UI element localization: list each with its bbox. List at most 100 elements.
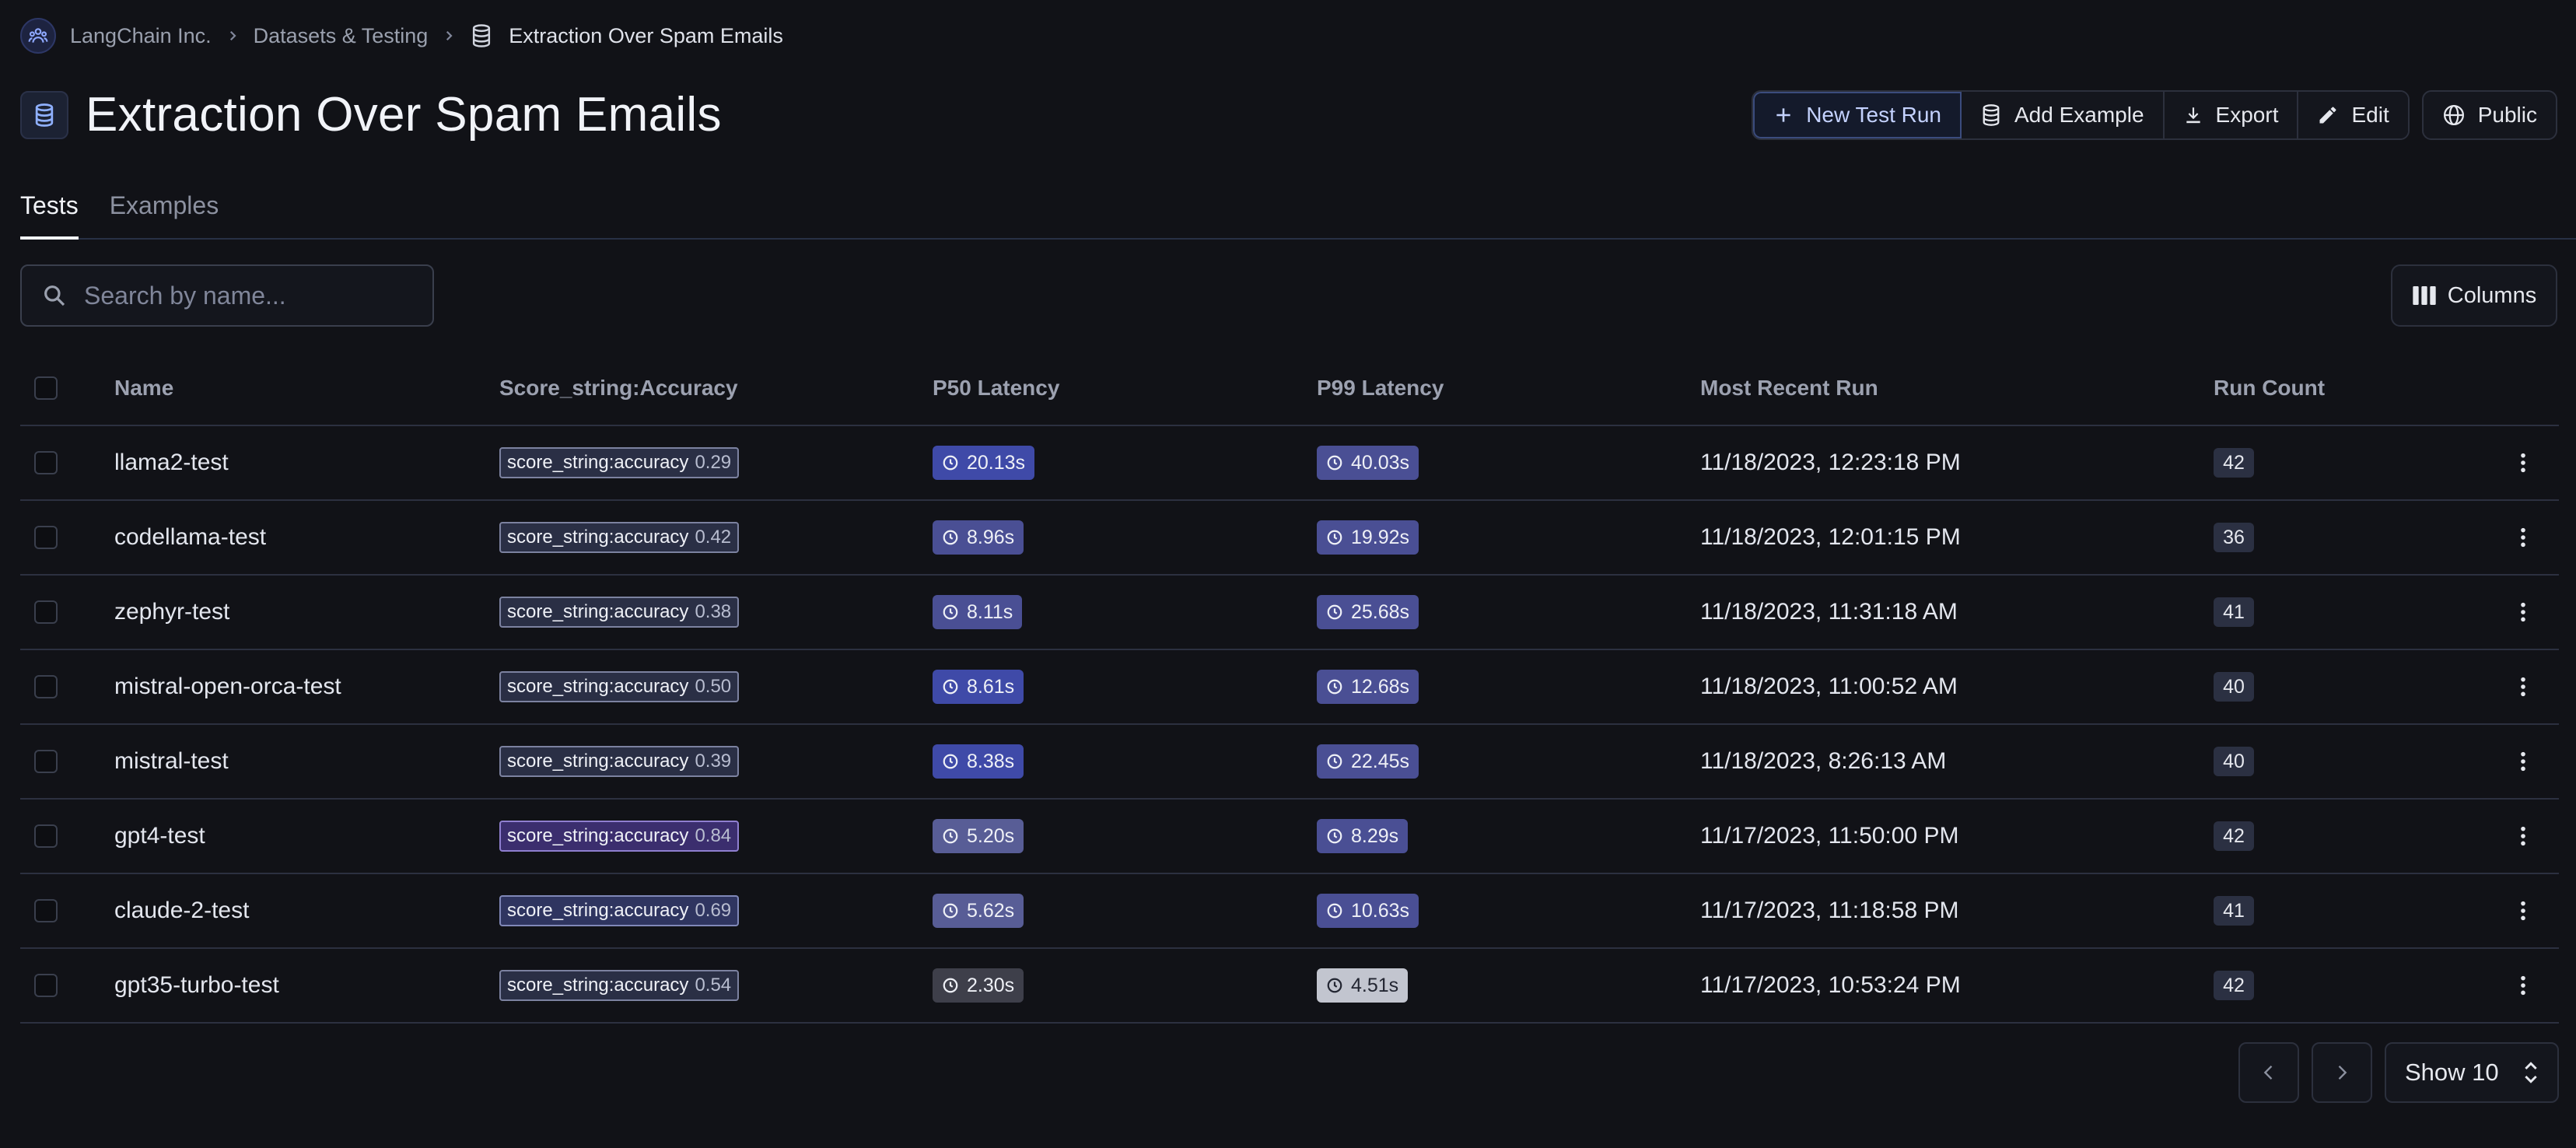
edit-button[interactable]: Edit [2298, 92, 2408, 138]
column-header-p99[interactable]: P99 Latency [1317, 352, 1444, 425]
breadcrumb-section[interactable]: Datasets & Testing [254, 24, 429, 48]
table-row[interactable]: gpt35-turbo-test score_string:accuracy 0.5… [20, 949, 2559, 1024]
clock-icon [1326, 828, 1343, 845]
tab-tests[interactable]: Tests [20, 185, 79, 240]
column-header-score[interactable]: Score_string:Accuracy [499, 352, 738, 425]
p50-latency-badge: 2.30s [933, 968, 1024, 1003]
clock-icon [942, 678, 959, 695]
more-vertical-icon [2520, 676, 2526, 698]
score-value: 0.69 [695, 900, 732, 921]
score-value: 0.29 [695, 452, 732, 473]
column-header-p50[interactable]: P50 Latency [933, 352, 1059, 425]
run-count-cell: 42 [2214, 800, 2254, 873]
table-row[interactable]: mistral-open-orca-test score_string:accur… [20, 650, 2559, 725]
row-checkbox[interactable] [34, 600, 58, 624]
new-test-run-button[interactable]: New Test Run [1753, 92, 1962, 138]
column-header-count[interactable]: Run Count [2214, 352, 2325, 425]
organization-icon[interactable] [20, 18, 56, 54]
p50-value: 20.13s [967, 451, 1026, 474]
add-example-label: Add Example [2014, 103, 2144, 127]
public-button[interactable]: Public [2421, 90, 2557, 140]
test-name[interactable]: codellama-test [114, 501, 266, 574]
export-button[interactable]: Export [2164, 92, 2299, 138]
clock-icon [942, 454, 959, 471]
test-name[interactable]: gpt4-test [114, 800, 205, 873]
next-page-button[interactable] [2312, 1042, 2372, 1103]
test-name[interactable]: zephyr-test [114, 576, 229, 649]
row-checkbox[interactable] [34, 974, 58, 997]
row-menu-button[interactable] [2520, 874, 2526, 947]
table-row[interactable]: claude-2-test score_string:accuracy 0.69 5.… [20, 874, 2559, 949]
score-cell: score_string:accuracy 0.54 [499, 949, 740, 1022]
columns-label: Columns [2447, 282, 2537, 308]
row-select-cell [34, 949, 58, 1022]
database-icon [20, 90, 68, 139]
p99-cell: 10.63s [1317, 874, 1419, 947]
tab-bar: Tests Examples [20, 185, 2576, 240]
row-checkbox[interactable] [34, 526, 58, 549]
row-menu-button[interactable] [2520, 800, 2526, 873]
test-name[interactable]: mistral-open-orca-test [114, 650, 341, 723]
test-name[interactable]: llama2-test [114, 426, 229, 499]
database-icon [1980, 103, 2002, 127]
table-row[interactable]: codellama-test score_string:accuracy 0.42 8… [20, 501, 2559, 576]
row-menu-button[interactable] [2520, 650, 2526, 723]
more-vertical-icon [2520, 601, 2526, 623]
clock-icon [942, 753, 959, 770]
test-name[interactable]: mistral-test [114, 725, 229, 798]
row-menu-button[interactable] [2520, 501, 2526, 574]
p99-latency-badge: 12.68s [1317, 670, 1419, 704]
select-all-checkbox[interactable] [34, 376, 58, 400]
score-cell: score_string:accuracy 0.29 [499, 426, 740, 499]
score-value: 0.39 [695, 751, 732, 772]
clock-icon [1326, 678, 1343, 695]
test-name[interactable]: gpt35-turbo-test [114, 949, 279, 1022]
score-value: 0.50 [695, 676, 732, 697]
most-recent-run: 11/17/2023, 11:50:00 PM [1700, 823, 1959, 849]
breadcrumb: LangChain Inc. Datasets & Testing Extrac… [20, 17, 783, 54]
run-count-cell: 41 [2214, 874, 2254, 947]
search-input[interactable] [84, 281, 411, 310]
row-checkbox[interactable] [34, 824, 58, 848]
run-count-cell: 36 [2214, 501, 2254, 574]
p99-value: 12.68s [1351, 675, 1410, 698]
clock-icon [1326, 454, 1343, 471]
p99-value: 8.29s [1351, 824, 1399, 847]
previous-page-button[interactable] [2238, 1042, 2299, 1103]
score-badge: score_string:accuracy 0.29 [499, 447, 740, 478]
breadcrumb-org[interactable]: LangChain Inc. [70, 24, 212, 48]
p99-latency-badge: 4.51s [1317, 968, 1409, 1003]
chevron-right-icon [442, 29, 456, 43]
p99-cell: 22.45s [1317, 725, 1419, 798]
add-example-button[interactable]: Add Example [1962, 92, 2165, 138]
row-checkbox[interactable] [34, 451, 58, 474]
clock-icon [942, 604, 959, 621]
p50-value: 8.96s [967, 526, 1015, 548]
row-menu-button[interactable] [2520, 426, 2526, 499]
clock-icon [942, 529, 959, 546]
p99-cell: 12.68s [1317, 650, 1419, 723]
tab-examples[interactable]: Examples [110, 185, 219, 238]
row-menu-button[interactable] [2520, 725, 2526, 798]
row-checkbox[interactable] [34, 675, 58, 698]
column-header-name[interactable]: Name [114, 352, 173, 425]
score-value: 0.38 [695, 601, 732, 622]
table-row[interactable]: llama2-test score_string:accuracy 0.29 20.1… [20, 426, 2559, 501]
row-menu-button[interactable] [2520, 949, 2526, 1022]
columns-button[interactable]: Columns [2391, 264, 2557, 327]
row-checkbox[interactable] [34, 750, 58, 773]
p50-value: 8.11s [967, 600, 1013, 623]
page-size-select[interactable]: Show 10 [2385, 1042, 2559, 1103]
row-menu-button[interactable] [2520, 576, 2526, 649]
most-recent-run: 11/18/2023, 8:26:13 AM [1700, 748, 1947, 774]
table-row[interactable]: mistral-test score_string:accuracy 0.39 8.3… [20, 725, 2559, 800]
score-cell: score_string:accuracy 0.69 [499, 874, 740, 947]
row-checkbox[interactable] [34, 899, 58, 922]
run-count-cell: 40 [2214, 725, 2254, 798]
column-header-recent[interactable]: Most Recent Run [1700, 352, 1878, 425]
table-row[interactable]: zephyr-test score_string:accuracy 0.38 8.11… [20, 576, 2559, 650]
table-row[interactable]: gpt4-test score_string:accuracy 0.84 5.20s 8… [20, 800, 2559, 874]
test-name[interactable]: claude-2-test [114, 874, 249, 947]
table-body: llama2-test score_string:accuracy 0.29 20.1… [20, 426, 2559, 1024]
p99-latency-badge: 8.29s [1317, 819, 1409, 853]
